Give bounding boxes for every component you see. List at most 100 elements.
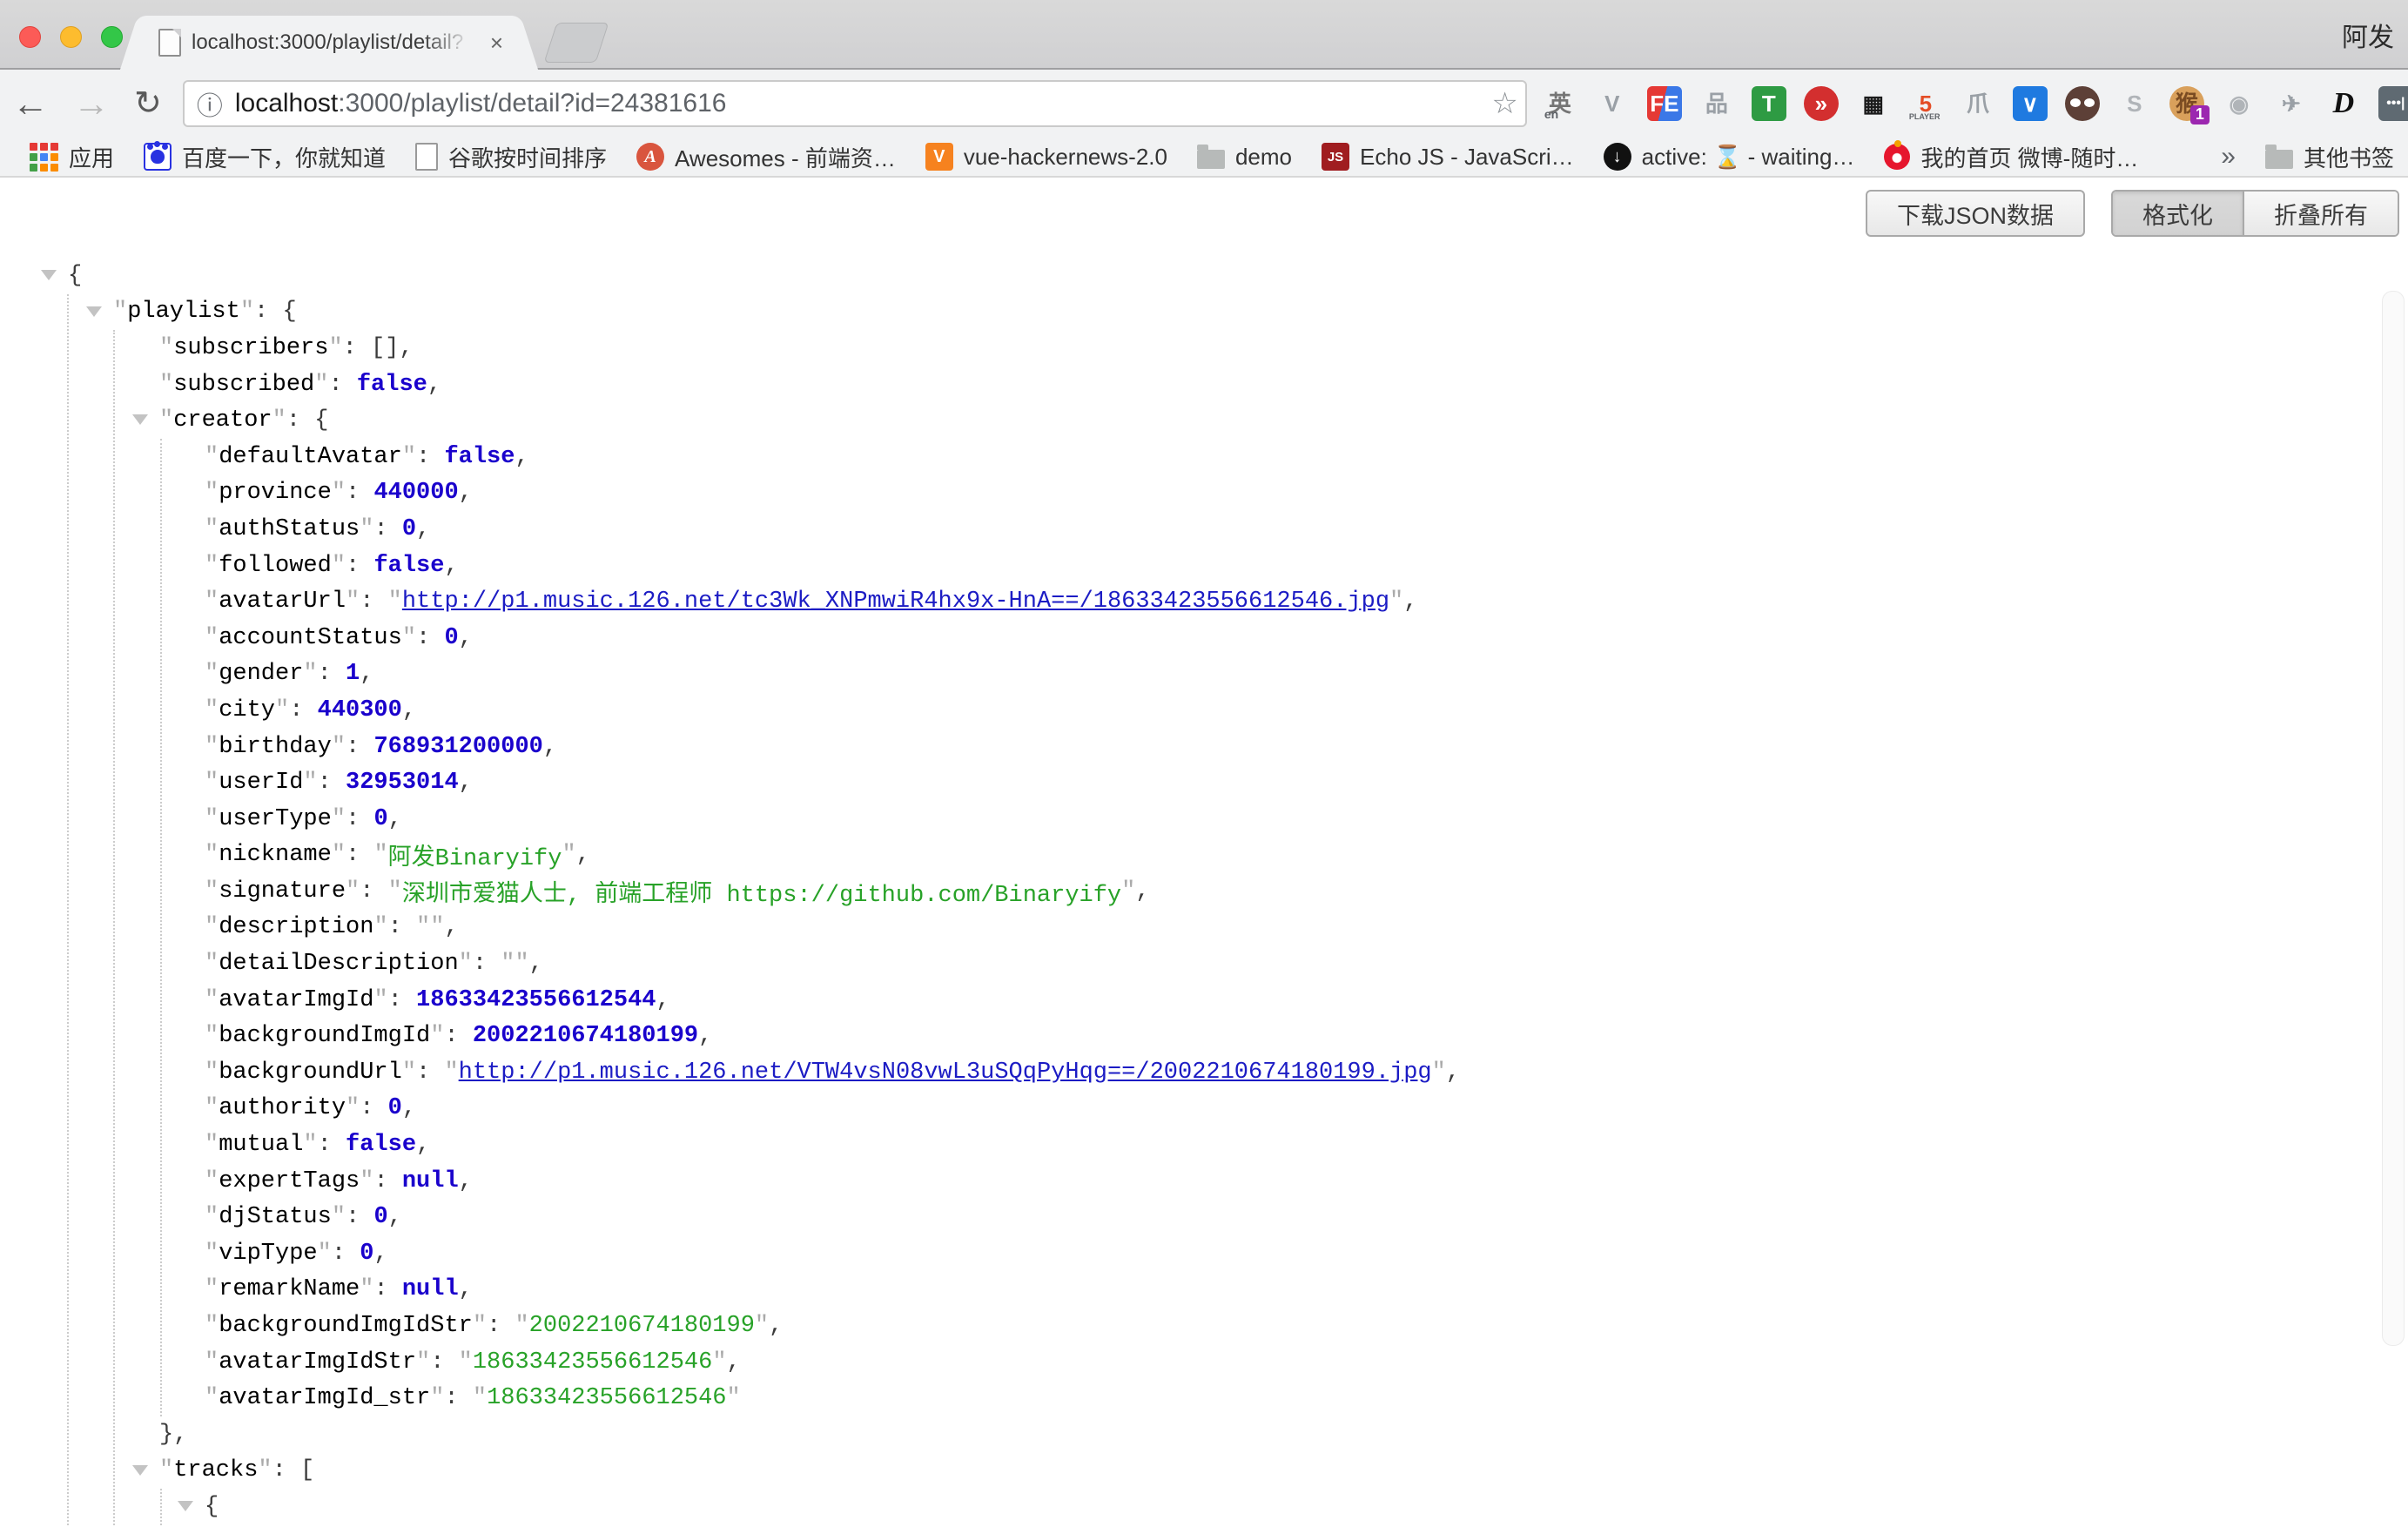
json-line: "djStatus": 0, (0, 1199, 2408, 1235)
bookmarks-overflow-icon[interactable]: » (2221, 142, 2236, 172)
shield-t-icon[interactable]: T (1752, 86, 1786, 121)
format-button[interactable]: 格式化 (2113, 192, 2243, 235)
json-literal: false (357, 372, 427, 398)
dark-d-icon[interactable]: D (2326, 86, 2361, 121)
key-quote: " (332, 842, 346, 868)
url-text[interactable]: localhost:3000/playlist/detail?id=243816… (235, 89, 1485, 118)
json-link[interactable]: http://p1.music.126.net/VTW4vsN08vwL3uSQ… (459, 1059, 1432, 1086)
translate-icon[interactable]: 英en (1543, 86, 1577, 121)
collapse-toggle-icon[interactable] (41, 270, 57, 280)
html5-player-icon[interactable]: 5PLAYER (1908, 86, 1943, 121)
bookmark-item[interactable]: JSEcho JS - JavaScri… (1322, 143, 1574, 171)
json-line: "city": 440300, (0, 692, 2408, 729)
browser-tab[interactable]: localhost:3000/playlist/detail? × (146, 16, 512, 70)
password-dots-icon[interactable]: •••| (2378, 86, 2408, 121)
download-json-button[interactable]: 下载JSON数据 (1866, 190, 2085, 237)
json-punct: { (282, 299, 296, 325)
sass-icon[interactable]: S (2117, 86, 2152, 121)
colon: : (272, 1457, 300, 1483)
json-punct: , (402, 1095, 416, 1121)
string-quote: " (515, 1313, 528, 1339)
bookmark-label: vue-hackernews-2.0 (964, 144, 1167, 171)
key-quote: " (314, 372, 328, 398)
bookmark-item[interactable]: 百度一下，你就知道 (144, 141, 386, 173)
monkey-badge-icon[interactable]: 猴1 (2169, 86, 2204, 121)
key-quote: " (159, 372, 173, 398)
json-number: 0 (402, 516, 416, 542)
key-quote: " (205, 1059, 219, 1086)
colon: : (328, 372, 356, 398)
json-toolbar: 下载JSON数据 格式化 折叠所有 (1866, 190, 2399, 237)
json-line: "expertTags": null, (0, 1163, 2408, 1200)
json-key: description (219, 914, 373, 940)
json-punct: , (459, 1276, 473, 1302)
other-bookmarks-folder[interactable]: 其他书签 (2265, 141, 2394, 173)
json-string: 深圳市爱猫人士, 前端工程师 https://github.com/Binary… (402, 874, 1121, 909)
json-punct: , (388, 806, 402, 832)
key-quote: " (205, 951, 219, 977)
bookmark-item[interactable]: demo (1197, 144, 1292, 171)
address-bar[interactable]: ⓘ localhost:3000/playlist/detail?id=2438… (183, 80, 1527, 127)
json-punct: { (205, 1494, 219, 1520)
apps-grid-icon (30, 143, 58, 172)
bookmark-item[interactable]: 我的首页 微博-随时… (1884, 141, 2138, 173)
json-number: 2002210674180199 (473, 1023, 698, 1049)
weibo-gray-icon[interactable]: ◉ (2222, 86, 2257, 121)
close-window-button[interactable] (19, 26, 41, 48)
collapse-toggle-icon[interactable] (86, 306, 102, 317)
string-quote: " (712, 1349, 726, 1376)
json-link[interactable]: http://p1.music.126.net/tc3Wk_XNPmwiR4hx… (402, 589, 1389, 615)
json-literal: null (402, 1168, 459, 1194)
bookmark-item[interactable]: AAwesomes - 前端资… (636, 141, 896, 173)
json-key: subscribed (173, 372, 314, 398)
key-quote: " (416, 1349, 430, 1376)
download-blue-icon[interactable]: ∨ (2013, 86, 2048, 121)
collapse-toggle-icon[interactable] (132, 1465, 148, 1476)
bookmark-item[interactable]: 应用 (30, 141, 114, 173)
org-chart-icon[interactable]: 品 (1699, 86, 1734, 121)
paw-icon[interactable]: 爪 (1961, 86, 1995, 121)
back-icon[interactable]: ← (0, 85, 61, 122)
json-punct: , (427, 372, 441, 398)
json-number: 32953014 (346, 770, 459, 796)
key-quote: " (205, 697, 219, 723)
tab-close-icon[interactable]: × (490, 30, 503, 57)
key-quote: " (303, 661, 317, 687)
key-quote: " (430, 1385, 444, 1411)
colon: : (388, 987, 416, 1013)
fe-icon[interactable]: FE (1647, 86, 1682, 121)
fast-forward-icon[interactable]: » (1804, 86, 1839, 121)
reload-icon[interactable]: ↻ (122, 87, 174, 120)
bird-icon[interactable]: ✈ (2274, 86, 2309, 121)
bookmark-star-icon[interactable]: ☆ (1491, 86, 1517, 121)
json-key: followed (219, 553, 332, 579)
qr-code-icon[interactable]: ▦ (1856, 86, 1891, 121)
key-quote: " (328, 335, 342, 361)
zoom-window-button[interactable] (101, 26, 123, 48)
scrollbar[interactable] (2382, 291, 2405, 1346)
bookmark-item[interactable]: 谷歌按时间排序 (415, 141, 607, 173)
string-quote: " (388, 589, 402, 615)
bookmark-item[interactable]: Vvue-hackernews-2.0 (925, 143, 1167, 171)
collapse-all-button[interactable]: 折叠所有 (2243, 192, 2398, 235)
bookmark-item[interactable]: ↓active: ⌛ - waiting… (1604, 143, 1855, 171)
vue-devtools-icon[interactable]: V (1595, 86, 1630, 121)
json-punct: , (769, 1313, 783, 1339)
new-tab-button[interactable] (544, 23, 609, 63)
json-literal: false (444, 444, 515, 470)
baidu-paw-icon (144, 143, 172, 171)
string-quote: " (444, 1059, 458, 1086)
collapse-toggle-icon[interactable] (178, 1501, 193, 1511)
minimize-window-button[interactable] (60, 26, 82, 48)
key-quote: " (240, 299, 254, 325)
json-punct: , (576, 842, 590, 868)
string-quote: " (459, 1349, 473, 1376)
json-number: 0 (360, 1241, 373, 1267)
key-quote: " (430, 1023, 444, 1049)
profile-name[interactable]: 阿发 (2342, 16, 2394, 54)
json-punct: , (459, 480, 473, 506)
page-info-icon[interactable]: ⓘ (197, 84, 223, 123)
mask-icon[interactable] (2065, 86, 2100, 121)
json-punct: , (529, 951, 543, 977)
collapse-toggle-icon[interactable] (132, 414, 148, 425)
